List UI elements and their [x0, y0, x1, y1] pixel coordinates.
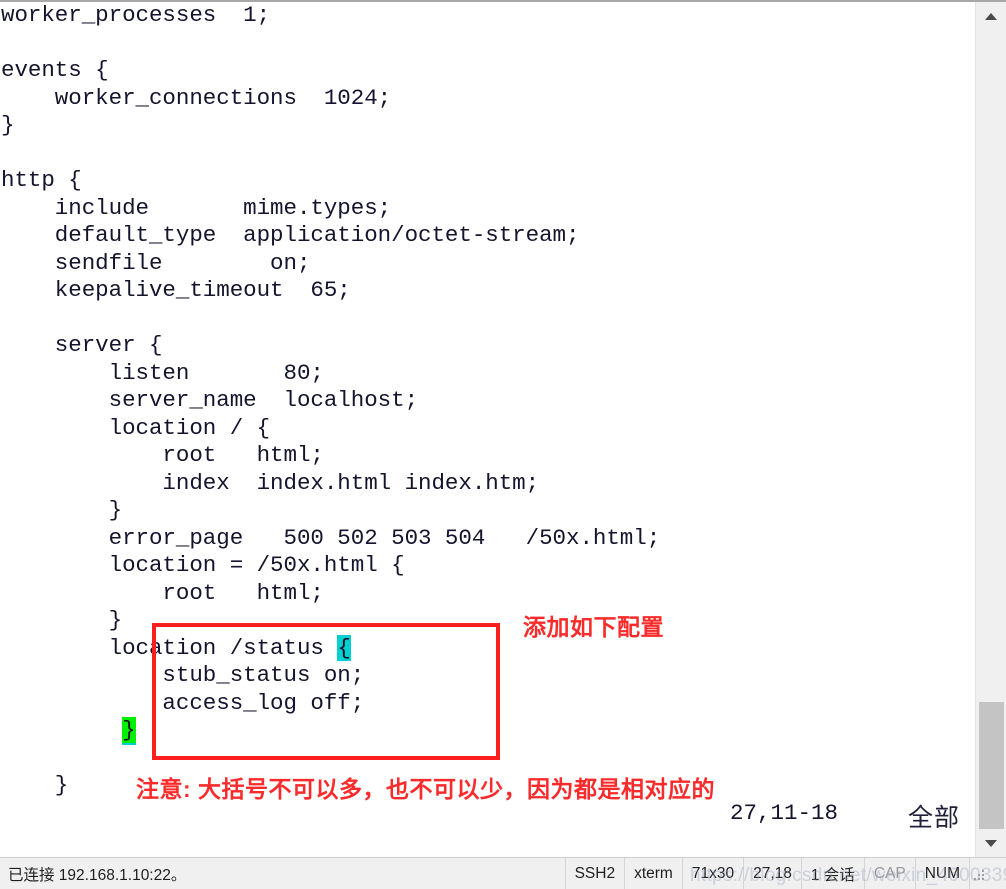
scroll-up-button[interactable] [976, 2, 1006, 30]
code-line: } [1, 607, 123, 633]
securecrt-window: worker_processes 1; events { worker_conn… [0, 0, 1006, 889]
code-line: listen 80; [1, 359, 324, 386]
code-line-location-status: location /status { [0, 634, 975, 663]
terminal-pane[interactable]: worker_processes 1; events { worker_conn… [0, 2, 975, 857]
chevron-down-icon [985, 839, 997, 847]
code-text: location /status [1, 634, 338, 661]
scroll-down-button[interactable] [976, 829, 1006, 857]
status-connection: 已连接 192.168.1.10:22。 [0, 858, 566, 889]
code-line: keepalive_timeout 65; [1, 277, 351, 303]
code-line: events { [1, 57, 109, 83]
scrollbar-thumb[interactable] [979, 702, 1004, 830]
code-line: location / { [1, 414, 271, 441]
code-line: root html; [1, 579, 324, 606]
code-line-access-log: access_log off; [1, 689, 365, 716]
code-line: error_page 500 502 503 504 /50x.html; [1, 524, 661, 551]
terminal-text: worker_processes 1; events { worker_conn… [0, 2, 975, 800]
vim-cursor-position: 27,11-18 [730, 800, 839, 826]
status-protocol: SSH2 [566, 858, 626, 889]
code-line: default_type application/octet-stream; [1, 222, 580, 248]
status-session-count: 1 会话 [802, 858, 865, 889]
code-line: include mime.types; [1, 194, 392, 221]
vim-scroll-state: 全部 [908, 804, 961, 832]
resize-grip[interactable] [970, 858, 1006, 889]
code-line: location = /50x.html { [1, 552, 405, 578]
code-line: worker_processes 1; [1, 2, 271, 28]
code-line: sendfile on; [1, 249, 311, 276]
code-line: server { [1, 332, 163, 358]
code-line: index index.html index.htm; [1, 469, 540, 496]
status-num-lock: NUM [916, 858, 970, 889]
code-line-stub-status: stub_status on; [1, 662, 365, 688]
code-line: server_name localhost; [1, 387, 419, 413]
status-window-size: 71x30 [683, 858, 745, 889]
annotation-brace-warning-label: 注意: 大括号不可以多，也不可以少，因为都是相对应的 [136, 776, 716, 802]
vertical-scrollbar[interactable] [975, 2, 1006, 857]
code-line: worker_connections 1024; [1, 84, 392, 111]
code-line: } [1, 497, 123, 523]
chevron-up-icon [985, 12, 997, 20]
status-emulation: xterm [625, 858, 683, 889]
matching-brace-close: } [122, 717, 136, 743]
status-cursor-position: 27,18 [744, 858, 802, 889]
matching-brace-open: { [337, 634, 351, 661]
code-line: } [1, 112, 15, 138]
status-caps-lock: CAP [865, 858, 916, 889]
code-line: root html; [1, 442, 324, 468]
vim-ruler: 27,11-18 全部 [0, 800, 975, 834]
status-bar: 已连接 192.168.1.10:22。 SSH2 xterm 71x30 27… [0, 857, 1006, 889]
annotation-add-config-label: 添加如下配置 [523, 614, 664, 640]
code-line-close-brace: } [0, 717, 975, 745]
code-line: http { [1, 167, 82, 193]
